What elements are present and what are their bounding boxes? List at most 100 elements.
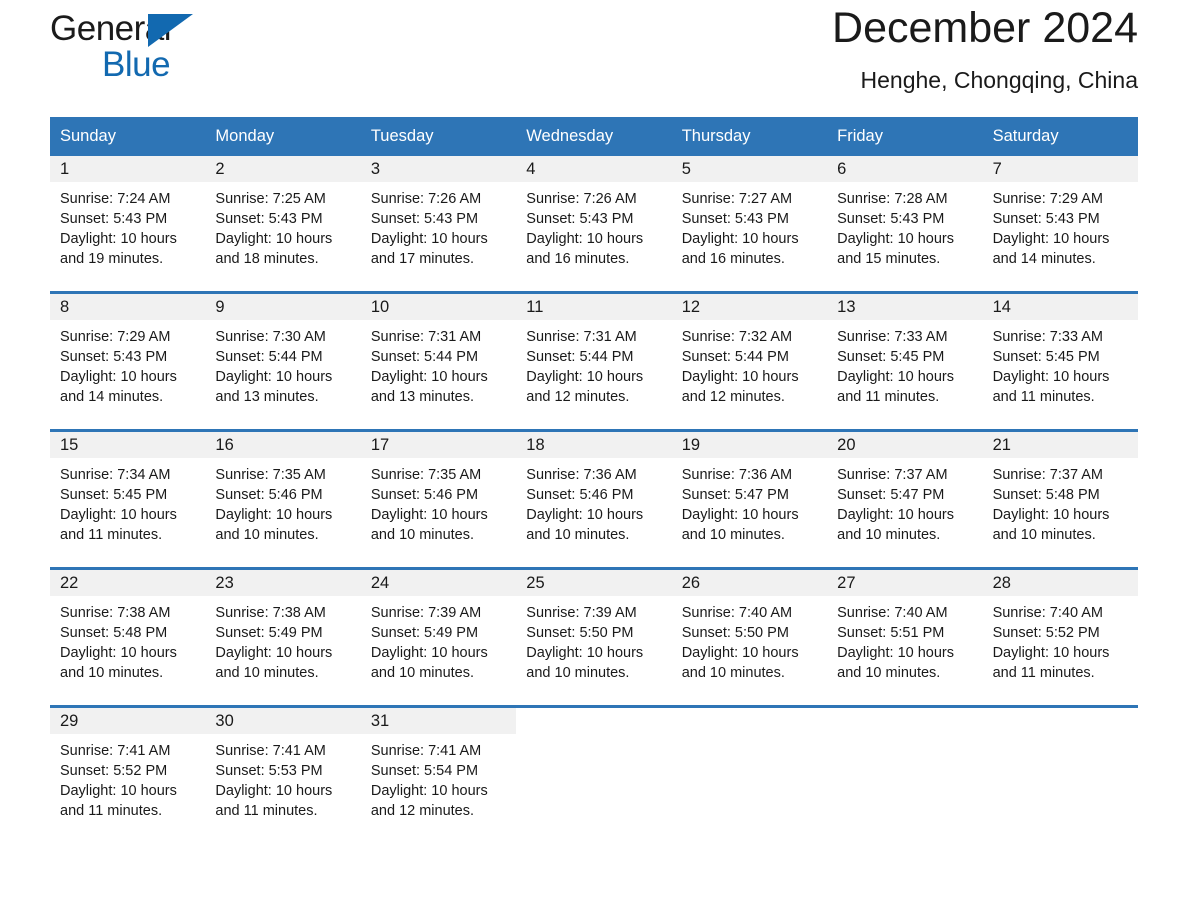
calendar-day-cell[interactable]: 11 Sunrise: 7:31 AM Sunset: 5:44 PM Dayligh…: [516, 294, 672, 409]
daylight-duration-line1: Daylight: 10 hours: [526, 507, 644, 523]
calendar-day-cell[interactable]: 23 Sunrise: 7:38 AM Sunset: 5:49 PM Dayligh…: [205, 570, 361, 685]
day-number-band: 22: [50, 570, 206, 596]
calendar-day-cell-empty: [671, 708, 828, 823]
day-number-band: 13: [827, 294, 983, 320]
daylight-duration-line1: Daylight: 10 hours: [681, 369, 799, 385]
daylight-duration-line1: Daylight: 10 hours: [526, 645, 644, 661]
daylight-duration-line2: and 11 minutes.: [992, 389, 1095, 405]
sunrise-time: Sunrise: 7:41 AM: [60, 743, 171, 759]
day-sun-info: Sunrise: 7:27 AM Sunset: 5:43 PM Daylight:…: [672, 182, 827, 269]
page-subtitle: Henghe, Chongqing, China: [860, 67, 1138, 93]
calendar-week-row: 8 Sunrise: 7:29 AM Sunset: 5:43 PM Daylight…: [50, 291, 1138, 409]
calendar-day-cell[interactable]: 30 Sunrise: 7:41 AM Sunset: 5:53 PM Dayligh…: [205, 708, 361, 823]
daylight-duration-line2: and 11 minutes.: [837, 389, 940, 405]
sunset-time: Sunset: 5:45 PM: [837, 349, 945, 365]
weekday-header-saturday: Saturday: [992, 127, 1059, 145]
weekday-header-thursday: Thursday: [681, 127, 751, 145]
calendar-day-cell[interactable]: 31 Sunrise: 7:41 AM Sunset: 5:54 PM Dayligh…: [360, 708, 517, 823]
generalblue-logo[interactable]: General Blue: [50, 8, 230, 84]
calendar-day-cell[interactable]: 13 Sunrise: 7:33 AM Sunset: 5:45 PM Dayligh…: [827, 294, 983, 409]
calendar-day-cell[interactable]: 4 Sunrise: 7:26 AM Sunset: 5:43 PM Daylight…: [516, 156, 672, 271]
sunrise-time: Sunrise: 7:37 AM: [837, 467, 948, 483]
daylight-duration-line1: Daylight: 10 hours: [526, 369, 644, 385]
daylight-duration-line1: Daylight: 10 hours: [681, 231, 799, 247]
day-number: 10: [370, 298, 390, 316]
calendar-day-cell[interactable]: 22 Sunrise: 7:38 AM Sunset: 5:48 PM Dayligh…: [50, 570, 206, 685]
daylight-duration-line1: Daylight: 10 hours: [837, 507, 955, 523]
calendar-day-cell[interactable]: 14 Sunrise: 7:33 AM Sunset: 5:45 PM Dayligh…: [982, 294, 1138, 409]
day-number-band: 27: [827, 570, 983, 596]
day-sun-info: Sunrise: 7:40 AM Sunset: 5:50 PM Daylight:…: [672, 596, 827, 683]
calendar-day-cell[interactable]: 17 Sunrise: 7:35 AM Sunset: 5:46 PM Dayligh…: [360, 432, 517, 547]
day-number-band: 31: [360, 708, 517, 734]
day-number-band: 3: [360, 156, 517, 182]
day-number-band: 15: [50, 432, 206, 458]
calendar-day-cell[interactable]: 27 Sunrise: 7:40 AM Sunset: 5:51 PM Dayligh…: [827, 570, 983, 685]
daylight-duration-line1: Daylight: 10 hours: [837, 231, 955, 247]
calendar-day-cell[interactable]: 28 Sunrise: 7:40 AM Sunset: 5:52 PM Dayligh…: [982, 570, 1138, 685]
calendar-day-cell[interactable]: 21 Sunrise: 7:37 AM Sunset: 5:48 PM Dayligh…: [982, 432, 1138, 547]
day-number: 8: [60, 298, 70, 316]
sunset-time: Sunset: 5:45 PM: [992, 349, 1100, 365]
day-sun-info: Sunrise: 7:34 AM Sunset: 5:45 PM Daylight:…: [50, 458, 205, 545]
calendar-day-cell[interactable]: 3 Sunrise: 7:26 AM Sunset: 5:43 PM Daylight…: [360, 156, 517, 271]
daylight-duration-line2: and 10 minutes.: [837, 665, 941, 681]
day-number: 9: [215, 298, 225, 316]
calendar-day-cell[interactable]: 2 Sunrise: 7:25 AM Sunset: 5:43 PM Daylight…: [205, 156, 361, 271]
page-title: December 2024: [832, 4, 1138, 52]
calendar-day-cell[interactable]: 29 Sunrise: 7:41 AM Sunset: 5:52 PM Dayligh…: [50, 708, 206, 823]
daylight-duration-line2: and 16 minutes.: [681, 251, 785, 267]
daylight-duration-line2: and 14 minutes.: [60, 389, 164, 405]
daylight-duration-line1: Daylight: 10 hours: [370, 507, 488, 523]
calendar-weeks: 1 Sunrise: 7:24 AM Sunset: 5:43 PM Daylight…: [50, 156, 1138, 823]
sunset-time: Sunset: 5:54 PM: [370, 763, 479, 779]
sunrise-time: Sunrise: 7:36 AM: [681, 467, 793, 483]
sunrise-time: Sunrise: 7:25 AM: [215, 191, 326, 207]
sunrise-time: Sunrise: 7:30 AM: [215, 329, 326, 345]
day-sun-info: Sunrise: 7:38 AM Sunset: 5:49 PM Daylight:…: [205, 596, 360, 683]
day-number: 2: [215, 160, 225, 178]
day-number-band: 30: [205, 708, 361, 734]
day-number-band: 20: [827, 432, 983, 458]
daylight-duration-line1: Daylight: 10 hours: [526, 231, 644, 247]
daylight-duration-line2: and 10 minutes.: [370, 665, 475, 681]
calendar-day-cell[interactable]: 1 Sunrise: 7:24 AM Sunset: 5:43 PM Daylight…: [50, 156, 206, 271]
day-number: 6: [837, 160, 847, 178]
calendar-day-cell[interactable]: 7 Sunrise: 7:29 AM Sunset: 5:43 PM Daylight…: [982, 156, 1138, 271]
calendar-day-cell-empty: [982, 708, 1138, 823]
sunrise-time: Sunrise: 7:26 AM: [370, 191, 482, 207]
day-sun-info: Sunrise: 7:39 AM Sunset: 5:49 PM Daylight:…: [361, 596, 516, 683]
daylight-duration-line2: and 11 minutes.: [60, 803, 163, 819]
calendar-day-cell[interactable]: 24 Sunrise: 7:39 AM Sunset: 5:49 PM Dayligh…: [360, 570, 517, 685]
daylight-duration-line2: and 12 minutes.: [526, 389, 630, 405]
daylight-duration-line2: and 10 minutes.: [370, 527, 475, 543]
calendar-day-cell[interactable]: 25 Sunrise: 7:39 AM Sunset: 5:50 PM Dayligh…: [516, 570, 672, 685]
daylight-duration-line1: Daylight: 10 hours: [992, 369, 1110, 385]
daylight-duration-line2: and 10 minutes.: [837, 527, 941, 543]
sunset-time: Sunset: 5:43 PM: [837, 211, 945, 227]
weekday-header-wednesday: Wednesday: [526, 127, 614, 145]
calendar-day-cell[interactable]: 18 Sunrise: 7:36 AM Sunset: 5:46 PM Dayligh…: [516, 432, 672, 547]
day-number: 17: [370, 436, 390, 454]
calendar-day-cell[interactable]: 5 Sunrise: 7:27 AM Sunset: 5:43 PM Daylight…: [671, 156, 828, 271]
day-number-band: 7: [982, 156, 1138, 182]
calendar-day-cell[interactable]: 8 Sunrise: 7:29 AM Sunset: 5:43 PM Daylight…: [50, 294, 206, 409]
calendar-day-cell[interactable]: 15 Sunrise: 7:34 AM Sunset: 5:45 PM Dayligh…: [50, 432, 206, 547]
calendar-day-cell[interactable]: 6 Sunrise: 7:28 AM Sunset: 5:43 PM Daylight…: [827, 156, 983, 271]
sunset-time: Sunset: 5:43 PM: [526, 211, 634, 227]
day-number-band: 23: [205, 570, 361, 596]
calendar-day-cell[interactable]: 26 Sunrise: 7:40 AM Sunset: 5:50 PM Dayligh…: [671, 570, 828, 685]
calendar-day-cell[interactable]: 9 Sunrise: 7:30 AM Sunset: 5:44 PM Daylight…: [205, 294, 361, 409]
calendar-day-cell[interactable]: 19 Sunrise: 7:36 AM Sunset: 5:47 PM Dayligh…: [671, 432, 828, 547]
day-number-band: [671, 708, 828, 734]
sunrise-time: Sunrise: 7:27 AM: [681, 191, 793, 207]
calendar-day-cell[interactable]: 16 Sunrise: 7:35 AM Sunset: 5:46 PM Dayligh…: [205, 432, 361, 547]
sunset-time: Sunset: 5:44 PM: [370, 349, 479, 365]
sunset-time: Sunset: 5:48 PM: [992, 487, 1100, 503]
sunset-time: Sunset: 5:43 PM: [60, 211, 168, 227]
sunrise-time: Sunrise: 7:33 AM: [837, 329, 948, 345]
calendar-day-cell[interactable]: 12 Sunrise: 7:32 AM Sunset: 5:44 PM Dayligh…: [671, 294, 828, 409]
calendar-day-cell[interactable]: 20 Sunrise: 7:37 AM Sunset: 5:47 PM Dayligh…: [827, 432, 983, 547]
day-number: 12: [681, 298, 701, 316]
calendar-day-cell[interactable]: 10 Sunrise: 7:31 AM Sunset: 5:44 PM Dayligh…: [360, 294, 517, 409]
